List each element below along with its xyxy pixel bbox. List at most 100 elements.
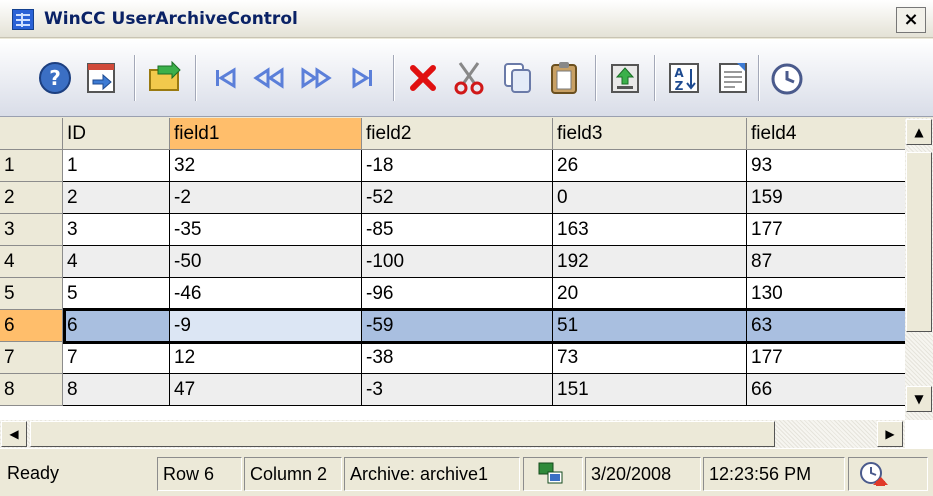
table-cell[interactable]: 73 <box>553 342 747 374</box>
paste-button[interactable] <box>542 53 586 103</box>
table-cell[interactable]: 2 <box>63 182 170 214</box>
row-header[interactable]: 1 <box>0 150 63 182</box>
table-cell[interactable]: 63 <box>747 310 905 342</box>
table-cell[interactable]: 151 <box>553 374 747 406</box>
time-base-icon <box>771 63 803 95</box>
scroll-left-button[interactable]: ◀ <box>1 421 27 447</box>
status-connection <box>523 457 583 491</box>
toolbar-separator <box>595 55 597 101</box>
table-cell[interactable]: 8 <box>63 374 170 406</box>
table-cell[interactable]: 93 <box>747 150 905 182</box>
table-cell[interactable]: 6 <box>63 310 170 342</box>
cut-button[interactable] <box>447 53 491 103</box>
row-header[interactable]: 2 <box>0 182 63 214</box>
status-time: 12:23:56 PM <box>703 457 845 491</box>
export-button[interactable] <box>603 53 647 103</box>
status-archive: Archive: archive1 <box>344 457 520 491</box>
svg-text:A: A <box>674 66 684 80</box>
row-header[interactable]: 4 <box>0 246 63 278</box>
status-state: Ready <box>7 463 60 483</box>
import-icon <box>719 63 747 93</box>
row-header[interactable]: 7 <box>0 342 63 374</box>
column-header-field1[interactable]: field1 <box>170 118 362 150</box>
table-cell[interactable]: -2 <box>170 182 362 214</box>
sort-icon: A Z <box>669 63 699 93</box>
next-record-button[interactable] <box>294 53 338 103</box>
copy-button[interactable] <box>495 53 539 103</box>
scroll-down-button[interactable]: ▼ <box>906 386 932 412</box>
table-cell[interactable]: -100 <box>362 246 553 278</box>
select-archive-button[interactable] <box>79 53 123 103</box>
close-button[interactable]: × <box>896 7 926 33</box>
scroll-right-button[interactable]: ▶ <box>877 421 903 447</box>
row-header[interactable]: 6 <box>0 310 63 342</box>
table-cell[interactable]: -9 <box>170 310 362 342</box>
table-cell[interactable]: -3 <box>362 374 553 406</box>
table-cell[interactable]: -85 <box>362 214 553 246</box>
time-base-button[interactable] <box>765 53 809 103</box>
table-cell[interactable]: 0 <box>553 182 747 214</box>
table-cell[interactable]: -50 <box>170 246 362 278</box>
scrollbar-corner <box>905 420 933 448</box>
table-cell[interactable]: -96 <box>362 278 553 310</box>
last-record-button[interactable] <box>341 53 385 103</box>
table-cell[interactable]: 7 <box>63 342 170 374</box>
table-cell[interactable]: -38 <box>362 342 553 374</box>
vertical-scroll-thumb[interactable] <box>906 152 932 332</box>
table-cell[interactable]: 3 <box>63 214 170 246</box>
column-header-id[interactable]: ID <box>63 118 170 150</box>
column-header-field3[interactable]: field3 <box>553 118 747 150</box>
table-cell[interactable]: 12 <box>170 342 362 374</box>
toolbar-separator <box>195 55 197 101</box>
row-header[interactable]: 8 <box>0 374 63 406</box>
table-cell[interactable]: -35 <box>170 214 362 246</box>
table-cell[interactable]: 192 <box>553 246 747 278</box>
table-cell[interactable]: 47 <box>170 374 362 406</box>
column-header-field2[interactable]: field2 <box>362 118 553 150</box>
first-record-button[interactable] <box>203 53 247 103</box>
column-header-field4[interactable]: field4 <box>747 118 905 150</box>
table-cell[interactable]: -52 <box>362 182 553 214</box>
previous-record-button[interactable] <box>247 53 291 103</box>
previous-record-icon <box>253 67 284 89</box>
table-cell[interactable]: 1 <box>63 150 170 182</box>
row-header[interactable]: 5 <box>0 278 63 310</box>
horizontal-scrollbar[interactable]: ◀ ▶ <box>0 420 905 448</box>
archive-table: ID field1 field2 field3 field4 1 1 32 -18 26 93 2 2-… <box>0 118 905 420</box>
user-archive-control-window: WinCC UserArchiveControl × ? A Z ID fiel… <box>0 0 933 496</box>
clock-home-icon <box>860 462 888 486</box>
table-cell[interactable]: 87 <box>747 246 905 278</box>
toolbar: ? A Z <box>0 39 933 117</box>
table-cell[interactable]: 163 <box>553 214 747 246</box>
window-title: WinCC UserArchiveControl <box>44 9 298 29</box>
row-header[interactable]: 3 <box>0 214 63 246</box>
table-cell[interactable]: -46 <box>170 278 362 310</box>
table-cell[interactable]: 177 <box>747 214 905 246</box>
table-cell[interactable]: 32 <box>170 150 362 182</box>
help-button[interactable]: ? <box>33 53 77 103</box>
table-cell[interactable]: 130 <box>747 278 905 310</box>
last-record-icon <box>352 67 372 89</box>
table-cell[interactable]: 4 <box>63 246 170 278</box>
table-cell[interactable]: 177 <box>747 342 905 374</box>
import-button[interactable] <box>711 53 755 103</box>
table-cell[interactable]: 26 <box>553 150 747 182</box>
horizontal-scroll-thumb[interactable] <box>30 421 775 447</box>
vertical-scrollbar[interactable]: ▲ ▼ <box>905 118 933 420</box>
copy-icon <box>504 63 531 93</box>
delete-button[interactable] <box>401 53 445 103</box>
table-cell[interactable]: 66 <box>747 374 905 406</box>
toolbar-separator <box>758 55 760 101</box>
open-archive-button[interactable] <box>142 53 186 103</box>
table-cell[interactable]: 51 <box>553 310 747 342</box>
table-cell[interactable]: -18 <box>362 150 553 182</box>
sort-button[interactable]: A Z <box>662 53 706 103</box>
table-cell[interactable]: 5 <box>63 278 170 310</box>
svg-text:Z: Z <box>675 79 684 93</box>
table-cell[interactable]: 159 <box>747 182 905 214</box>
delete-icon <box>410 65 436 91</box>
status-date: 3/20/2008 <box>585 457 701 491</box>
scroll-up-button[interactable]: ▲ <box>906 119 932 145</box>
table-cell[interactable]: -59 <box>362 310 553 342</box>
table-cell[interactable]: 20 <box>553 278 747 310</box>
